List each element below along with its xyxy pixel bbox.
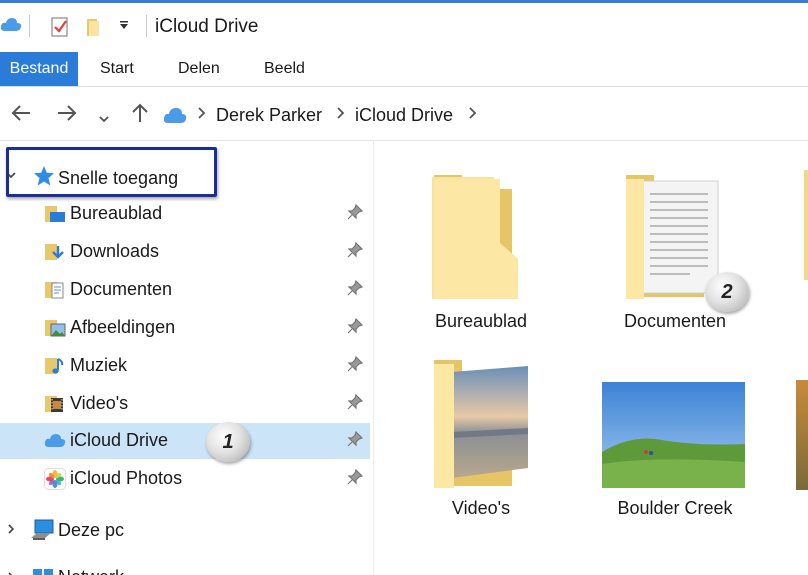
callout-badge-1: 1 [206, 422, 250, 462]
ribbon-tabs: Bestand Start Delen Beeld [0, 52, 808, 86]
network-icon [31, 566, 55, 575]
pin-icon[interactable] [347, 468, 364, 489]
pin-icon[interactable] [347, 393, 364, 414]
content-tile-boulder-creek[interactable]: Boulder Creek [600, 378, 750, 534]
pin-icon[interactable] [347, 241, 364, 262]
content-tile-documents[interactable]: Documenten [607, 165, 743, 340]
icloud-icon[interactable] [0, 17, 22, 33]
content-tile-partial-photo[interactable] [796, 380, 808, 490]
title-bar: iCloud Drive [0, 3, 808, 49]
desktop-folder-icon [44, 204, 66, 224]
breadcrumb-user[interactable]: Derek Parker [216, 105, 322, 126]
breadcrumb-chevron-icon[interactable] [336, 104, 346, 125]
downloads-folder-icon [44, 242, 66, 262]
videos-folder-icon [44, 394, 66, 414]
sidebar-item-label: Afbeeldingen [70, 317, 176, 337]
pin-icon[interactable] [347, 355, 364, 376]
music-folder-icon [44, 356, 66, 376]
sidebar-item-label: iCloud Photos [70, 468, 183, 488]
callout-highlight-box [6, 147, 217, 197]
location-icloud-icon [163, 105, 187, 131]
folder-icon [432, 173, 522, 303]
back-arrow-icon[interactable] [10, 102, 32, 130]
folder-icon [804, 170, 808, 280]
forward-arrow-icon[interactable] [56, 102, 78, 130]
photo-thumbnail [602, 382, 745, 488]
sidebar-item-desktop[interactable]: Bureaublad [0, 196, 370, 232]
sidebar-item-label: Bureaublad [70, 203, 163, 223]
sidebar-item-label: iCloud Drive [70, 430, 169, 450]
sidebar-item-pictures[interactable]: Afbeeldingen [0, 310, 370, 346]
breadcrumb-icloud-drive[interactable]: iCloud Drive [355, 105, 453, 126]
tile-label: Bureaublad [434, 311, 528, 331]
title-separator [146, 15, 147, 37]
sidebar-item-videos[interactable]: Video's [0, 386, 370, 422]
tab-home[interactable]: Start [94, 52, 140, 86]
chevron-right-icon[interactable] [5, 570, 17, 575]
properties-checkmark-icon[interactable] [50, 16, 70, 38]
pictures-folder-icon [44, 318, 66, 338]
sidebar-item-label: Documenten [70, 279, 173, 299]
tile-label: Documenten [623, 311, 727, 331]
sidebar-item-this-pc[interactable]: Deze pc [0, 512, 370, 548]
dropdown-arrow-icon[interactable] [118, 19, 130, 31]
new-folder-icon[interactable] [86, 17, 104, 37]
sidebar-item-icloud-drive[interactable]: iCloud Drive [0, 423, 370, 459]
folder-with-photo-icon [432, 358, 532, 492]
tab-file[interactable]: Bestand [0, 52, 78, 86]
pin-icon[interactable] [347, 203, 364, 224]
content-tile-partial[interactable] [800, 160, 808, 280]
up-arrow-icon[interactable] [129, 102, 151, 130]
sidebar-item-documents[interactable]: Documenten [0, 272, 370, 308]
title-separator [29, 15, 30, 37]
computer-icon [31, 519, 55, 546]
tile-label: Boulder Creek [617, 498, 733, 518]
pin-icon[interactable] [347, 430, 364, 451]
sidebar-item-label: Downloads [70, 241, 160, 261]
callout-badge-2: 2 [705, 272, 749, 312]
breadcrumb-chevron-icon[interactable] [468, 104, 478, 125]
icloud-drive-icon [44, 433, 66, 453]
sidebar-item-label: Video's [70, 393, 129, 413]
navigation-bar: Derek Parker iCloud Drive [0, 92, 808, 140]
sidebar-item-network[interactable]: Netwerk [0, 560, 370, 575]
window-title: iCloud Drive [155, 16, 259, 37]
tab-view[interactable]: Beeld [258, 52, 311, 86]
pin-icon[interactable] [347, 279, 364, 300]
sidebar-item-label: Muziek [70, 355, 128, 375]
pane-divider[interactable] [373, 141, 374, 575]
breadcrumb-chevron-icon[interactable] [197, 104, 207, 125]
sidebar-item-music[interactable]: Muziek [0, 348, 370, 384]
chevron-right-icon[interactable] [5, 522, 17, 538]
tab-share[interactable]: Delen [172, 52, 226, 86]
sidebar-item-label: Deze pc [58, 520, 125, 540]
sidebar-item-label: Netwerk [58, 567, 124, 575]
ribbon-divider [0, 86, 808, 87]
content-tile-videos[interactable]: Video's [415, 352, 547, 532]
documents-folder-icon [44, 280, 66, 300]
icloud-photos-icon [44, 468, 66, 490]
photo-thumbnail [796, 380, 808, 490]
sidebar-item-icloud-photos[interactable]: iCloud Photos [0, 461, 370, 497]
pin-icon[interactable] [347, 317, 364, 338]
content-tile-desktop[interactable]: Bureaublad [415, 165, 547, 340]
sidebar-item-downloads[interactable]: Downloads [0, 234, 370, 270]
tile-label: Video's [451, 498, 511, 518]
recent-locations-chevron-icon[interactable] [98, 105, 110, 131]
